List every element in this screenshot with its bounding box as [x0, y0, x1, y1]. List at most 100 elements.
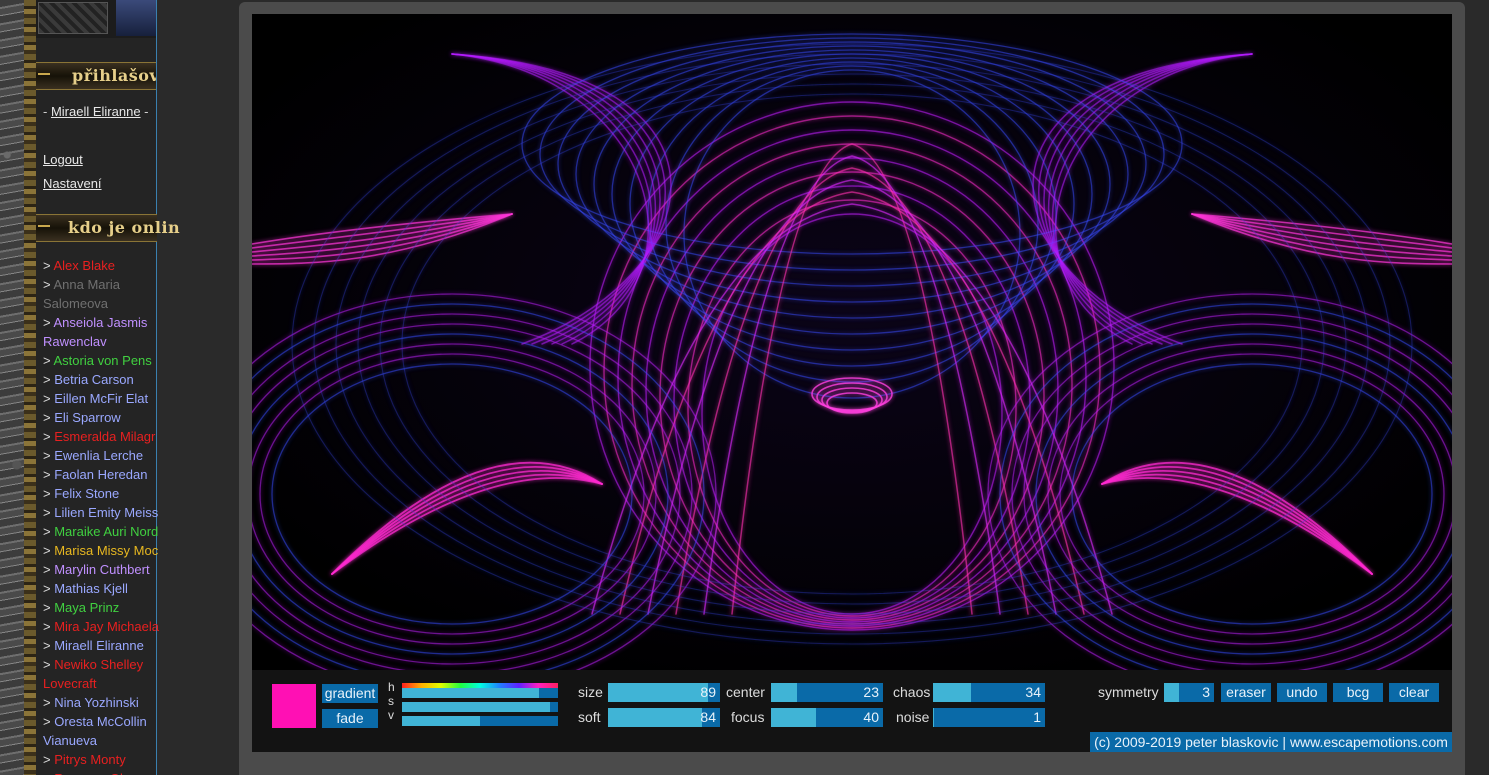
- online-user-link[interactable]: Ewenlia Lerche: [54, 448, 143, 463]
- online-user-item: > Newiko Shelley Lovecraft: [43, 657, 144, 691]
- online-user-item: > Maya Prinz: [43, 600, 120, 615]
- online-user-link[interactable]: Rosanna Gl: [54, 771, 123, 775]
- value-slider[interactable]: [402, 716, 558, 726]
- weave-artwork: [252, 14, 1452, 670]
- online-user-item: > Eillen McFir Elat: [43, 391, 149, 406]
- soft-label: soft: [578, 709, 601, 725]
- hue-position-bar[interactable]: [402, 688, 558, 698]
- undo-button[interactable]: undo: [1277, 683, 1327, 702]
- online-user-link[interactable]: Mira Jay Michaela: [54, 619, 159, 634]
- logged-user-link[interactable]: Miraell Eliranne: [51, 104, 141, 119]
- online-user-item: > Oresta McCollin Vianueva: [43, 714, 147, 748]
- chaos-value: 34: [1025, 684, 1041, 700]
- login-header: přihlašova: [36, 62, 156, 90]
- online-user-link[interactable]: Esmeralda Milagr: [54, 429, 155, 444]
- online-user-item: > Mathias Kjell: [43, 581, 128, 596]
- online-user-item: > Alex Blake: [43, 258, 115, 273]
- clear-button[interactable]: clear: [1389, 683, 1439, 702]
- hue-label: h: [388, 680, 395, 694]
- online-user-item: > Felix Stone: [43, 486, 120, 501]
- stone-texture: [0, 0, 24, 775]
- soft-value: 84: [700, 709, 716, 725]
- online-header-text: kdo je onlin: [68, 218, 181, 237]
- soft-slider[interactable]: 84: [608, 708, 720, 727]
- noise-slider[interactable]: 1: [933, 708, 1045, 727]
- online-user-link[interactable]: Astoria von Pens: [54, 353, 152, 368]
- online-user-link[interactable]: Marylin Cuthbert: [54, 562, 149, 577]
- online-user-link[interactable]: Felix Stone: [54, 486, 119, 501]
- focus-slider[interactable]: 40: [771, 708, 883, 727]
- saturation-label: s: [388, 694, 394, 708]
- noise-value: 1: [1033, 709, 1041, 725]
- online-user-link[interactable]: Eli Sparrow: [54, 410, 120, 425]
- online-user-link[interactable]: Newiko Shelley Lovecraft: [43, 657, 143, 691]
- logged-user-line: - Miraell Eliranne -: [43, 104, 149, 119]
- online-user-item: > Astoria von Pens: [43, 353, 152, 368]
- size-slider[interactable]: 89: [608, 683, 720, 702]
- drawing-canvas[interactable]: [252, 14, 1452, 670]
- logout-link[interactable]: Logout: [43, 152, 83, 167]
- online-user-link[interactable]: Faolan Heredan: [54, 467, 147, 482]
- online-user-item: > Lilien Emity Meiss: [43, 505, 159, 520]
- online-user-item: > Eli Sparrow: [43, 410, 121, 425]
- eraser-button[interactable]: eraser: [1221, 683, 1271, 702]
- center-label: center: [726, 684, 765, 700]
- online-user-link[interactable]: Oresta McCollin Vianueva: [43, 714, 147, 748]
- noise-label: noise: [896, 709, 930, 725]
- online-user-item: > Betria Carson: [43, 372, 134, 387]
- online-user-link[interactable]: Anna Maria Salomeova: [43, 277, 120, 311]
- online-user-link[interactable]: Pitrys Monty: [54, 752, 126, 767]
- copyright-link[interactable]: (c) 2009-2019 peter blaskovic | www.esca…: [1090, 732, 1452, 752]
- color-swatch[interactable]: [272, 684, 316, 728]
- focus-label: focus: [731, 709, 765, 725]
- fade-button[interactable]: fade: [322, 709, 378, 728]
- online-user-item: > Mira Jay Michaela: [43, 619, 159, 634]
- control-panel: gradient fade h s v size 89 soft 84 cent…: [252, 670, 1452, 752]
- online-header: kdo je onlin: [36, 214, 180, 242]
- size-value: 89: [700, 684, 716, 700]
- online-user-item: > Rosanna Gl: [43, 769, 157, 775]
- online-user-item: > Esmeralda Milagr: [43, 429, 156, 444]
- online-user-item: > Ewenlia Lerche: [43, 448, 144, 463]
- online-user-link[interactable]: Anseiola Jasmis Rawenclav: [43, 315, 147, 349]
- size-label: size: [578, 684, 603, 700]
- center-slider[interactable]: 23: [771, 683, 883, 702]
- online-user-item: > Faolan Heredan: [43, 467, 148, 482]
- focus-value: 40: [863, 709, 879, 725]
- symmetry-slider[interactable]: 3: [1164, 683, 1214, 702]
- online-user-item: > Anna Maria Salomeova: [43, 277, 120, 311]
- online-user-link[interactable]: Mathias Kjell: [54, 581, 128, 596]
- online-user-link[interactable]: Miraell Eliranne: [54, 638, 144, 653]
- online-user-link[interactable]: Lilien Emity Meiss: [54, 505, 158, 520]
- sidebar-rail: [24, 0, 36, 775]
- gradient-button[interactable]: gradient: [322, 684, 378, 703]
- ornament-image: [38, 2, 108, 34]
- online-user-link[interactable]: Betria Carson: [54, 372, 133, 387]
- value-label: v: [388, 708, 394, 722]
- online-user-item: > Miraell Eliranne: [43, 638, 144, 653]
- sidebar-top-ornament: [36, 0, 156, 38]
- bcg-button[interactable]: bcg: [1333, 683, 1383, 702]
- chaos-label: chaos: [893, 684, 931, 700]
- chaos-slider[interactable]: 34: [933, 683, 1045, 702]
- online-user-link[interactable]: Maraike Auri Nord: [54, 524, 158, 539]
- online-user-item: > Marisa Missy Moc: [43, 543, 159, 558]
- symmetry-label: symmetry: [1098, 684, 1159, 700]
- login-header-text: přihlašova: [72, 66, 156, 85]
- portal-image: [116, 0, 156, 36]
- online-user-item: > Pitrys Monty: [43, 752, 126, 767]
- center-value: 23: [863, 684, 879, 700]
- symmetry-value: 3: [1202, 684, 1210, 700]
- online-user-link[interactable]: Alex Blake: [54, 258, 115, 273]
- online-user-link[interactable]: Marisa Missy Moc: [54, 543, 158, 558]
- online-user-item: > Nina Yozhinski: [43, 695, 139, 710]
- online-user-link[interactable]: Maya Prinz: [54, 600, 119, 615]
- online-user-item: > Marylin Cuthbert: [43, 562, 150, 577]
- online-user-list: > Alex Blake > Anna Maria Salomeova > Anse…: [43, 256, 159, 775]
- online-user-link[interactable]: Nina Yozhinski: [54, 695, 139, 710]
- online-user-link[interactable]: Eillen McFir Elat: [54, 391, 148, 406]
- online-user-item: > Maraike Auri Nord: [43, 524, 159, 539]
- settings-link[interactable]: Nastavení: [43, 176, 102, 191]
- saturation-slider[interactable]: [402, 702, 558, 712]
- online-user-item: > Anseiola Jasmis Rawenclav: [43, 315, 148, 349]
